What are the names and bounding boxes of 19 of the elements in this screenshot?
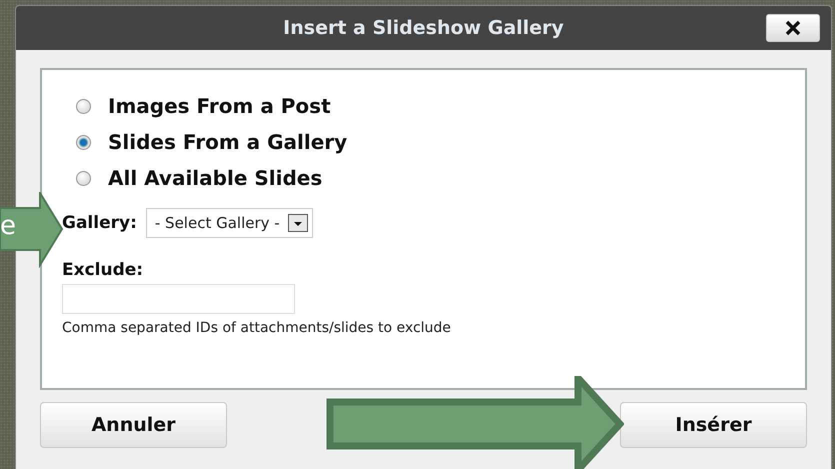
arrow-icon [0, 192, 64, 268]
radio-label: All Available Slides [108, 166, 322, 190]
radio-button[interactable] [76, 98, 91, 114]
radio-button[interactable] [76, 134, 91, 150]
dialog-button[interactable]: Annuler [40, 402, 227, 448]
callout-text: e [0, 210, 16, 242]
exclude-label: Exclude: [62, 260, 144, 280]
radio-button[interactable] [76, 170, 91, 186]
close-icon [785, 20, 801, 36]
dialog-button[interactable]: Insérer [620, 402, 807, 448]
radio-label: Slides From a Gallery [108, 130, 348, 154]
window-title: Insert a Slideshow Gallery [283, 17, 564, 39]
arrow-icon [326, 376, 624, 469]
exclude-field[interactable] [62, 284, 295, 314]
gallery-select[interactable]: - Select Gallery - [146, 208, 313, 238]
help-text: Comma separated IDs of attachments/slides to exclude [62, 320, 451, 336]
gallery-label: Gallery: [62, 213, 137, 233]
close-button[interactable] [766, 14, 820, 42]
radio-label: Images From a Post [108, 94, 331, 118]
